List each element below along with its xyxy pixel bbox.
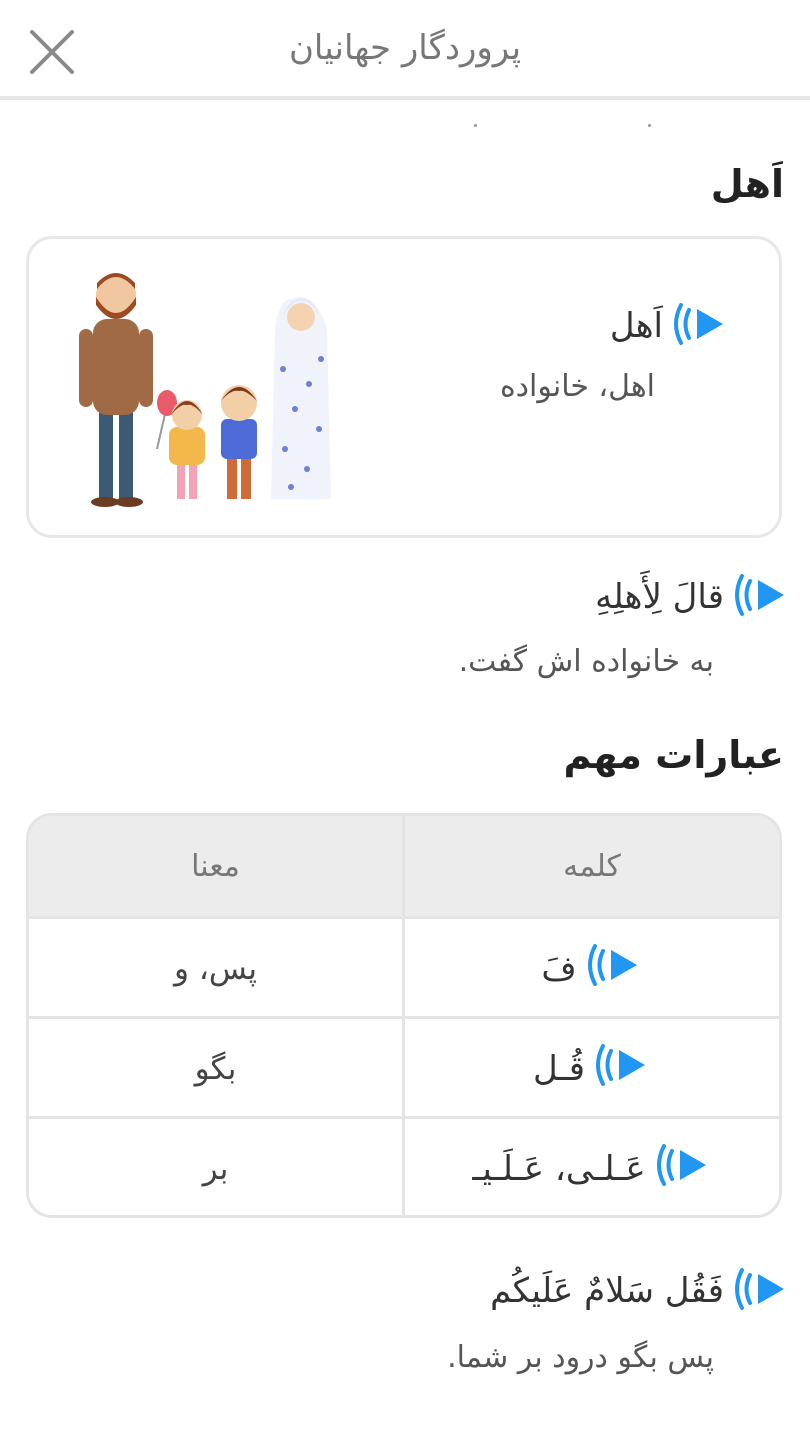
table-word: عَـلـی، عَـلَـیـ — [472, 1149, 646, 1189]
speaker-icon[interactable] — [585, 942, 643, 996]
table-word: فَ — [541, 949, 577, 989]
table-word: قُـل — [533, 1049, 585, 1089]
header-meaning: معنا — [191, 848, 240, 884]
table-cell-meaning: بر — [29, 1119, 405, 1215]
table-header-row: معنا کلمه — [29, 816, 779, 916]
word-row: اَهل — [610, 301, 729, 351]
scroll-residue — [0, 118, 810, 134]
sentence-arabic-1: قالَ لِأَهلِهِ — [595, 577, 724, 617]
table-row: پس، و فَ — [29, 916, 779, 1019]
header-word: کلمه — [563, 848, 621, 884]
sentence-row-1: قالَ لِأَهلِهِ — [595, 572, 790, 622]
table-header-cell: معنا — [29, 816, 405, 916]
section-title-phrases: عبارات مهم — [563, 733, 784, 777]
speaker-icon[interactable] — [654, 1142, 712, 1196]
sentence-arabic-2: فَقُل سَلامٌ عَلَیکُم — [490, 1271, 724, 1311]
speaker-icon[interactable] — [732, 572, 790, 622]
section-title-ahl: اَهل — [710, 162, 784, 206]
speaker-icon[interactable] — [732, 1266, 790, 1316]
word-card: اَهل اهل، خانواده — [26, 236, 782, 538]
phrases-table: معنا کلمه پس، و فَ بگو قُـل بر عَـلـی، ع… — [26, 813, 782, 1218]
table-row: بر عَـلـی، عَـلَـیـ — [29, 1116, 779, 1215]
card-meaning: اهل، خانواده — [499, 369, 655, 404]
card-word: اَهل — [609, 306, 663, 346]
table-cell-meaning: پس، و — [29, 919, 405, 1019]
header-bar: پروردگار جهانیان — [0, 0, 810, 100]
sentence-row-2: فَقُل سَلامٌ عَلَیکُم — [490, 1266, 790, 1316]
table-cell-word: فَ — [405, 919, 779, 1019]
family-illustration-icon — [79, 273, 331, 507]
table-cell-meaning: بگو — [29, 1019, 405, 1119]
table-cell-word: عَـلـی، عَـلَـیـ — [405, 1119, 779, 1215]
speaker-icon[interactable] — [593, 1042, 651, 1096]
speaker-icon[interactable] — [671, 301, 729, 351]
sentence-translation-2: پس بگو درود بر شما. — [447, 1340, 714, 1375]
table-cell-word: قُـل — [405, 1019, 779, 1119]
table-row: بگو قُـل — [29, 1016, 779, 1119]
table-header-cell: کلمه — [405, 816, 779, 916]
page-title: پروردگار جهانیان — [288, 28, 522, 68]
sentence-translation-1: به خانواده اش گفت. — [458, 644, 714, 679]
